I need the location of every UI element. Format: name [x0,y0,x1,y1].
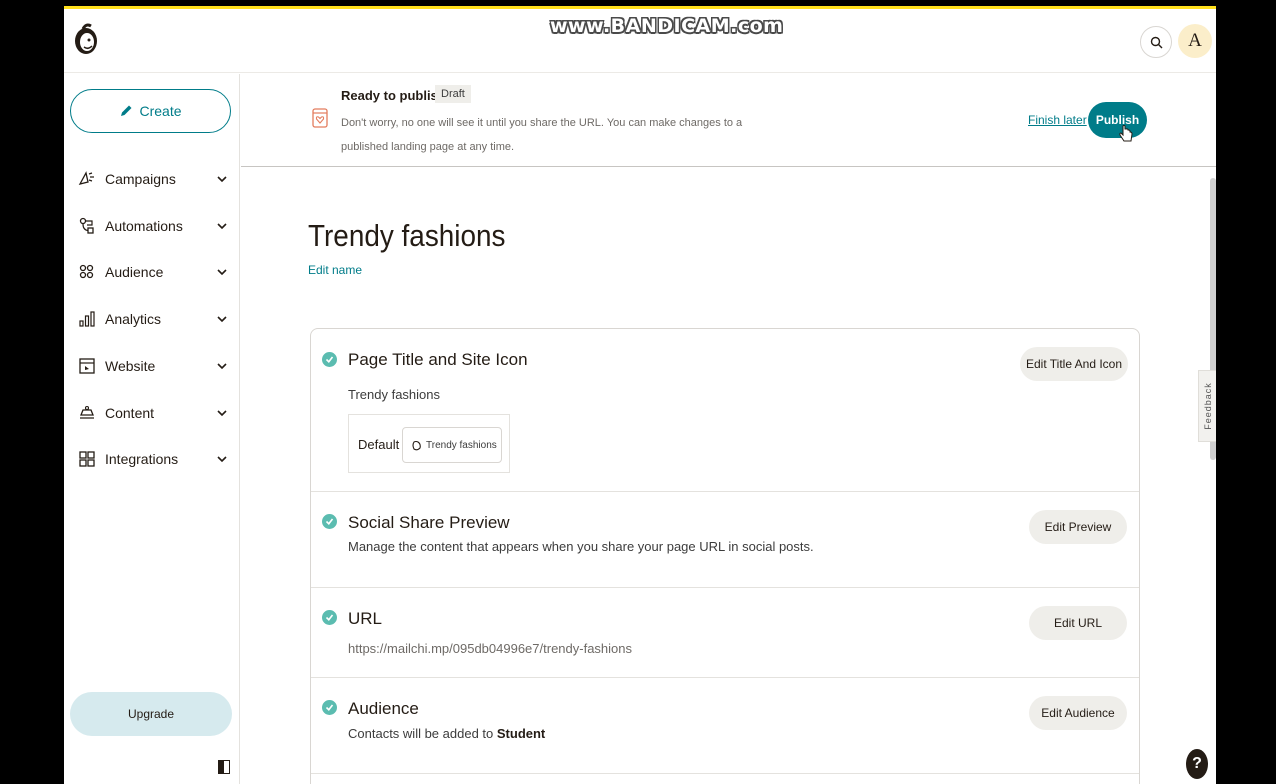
edit-name-link[interactable]: Edit name [308,263,362,277]
chevron-down-icon [217,410,227,417]
search-button[interactable] [1140,26,1172,58]
help-button[interactable]: ? [1186,749,1208,779]
analytics-icon [79,311,95,327]
screen-recorder-watermark: www.BANDICAM.com [550,15,784,37]
collapse-sidebar-icon[interactable] [218,760,230,774]
audience-icon [79,264,94,279]
sidebar-item-label: Website [105,358,156,374]
chevron-down-icon [217,316,227,323]
create-button-label: Create [139,103,182,119]
sidebar-item-label: Audience [105,264,164,280]
section-url: URL https://mailchi.mp/095db04996e7/tren… [311,588,1139,678]
chevron-down-icon [217,363,227,370]
megaphone-icon [78,171,94,185]
favicon-preview: Default Trendy fashions [348,414,510,473]
section-subtitle: Manage the content that appears when you… [348,539,814,554]
banner-description: Don't worry, no one will see it until yo… [341,117,743,153]
edit-url-button[interactable]: Edit URL [1029,606,1127,640]
finish-later-link[interactable]: Finish later [1028,113,1087,127]
audience-prefix: Contacts will be added to [348,726,497,741]
page-url[interactable]: https://mailchi.mp/095db04996e7/trendy-f… [348,641,632,656]
sidebar-item-integrations[interactable]: Integrations [76,444,234,474]
sidebar-item-audience[interactable]: Audience [76,257,234,287]
section-title: Page Title and Site Icon [348,350,528,369]
sidebar-item-label: Integrations [105,451,179,467]
section-social-share: Social Share Preview Manage the content … [311,492,1139,588]
browser-tab-preview: Trendy fashions [402,427,502,463]
publish-banner: Ready to publish! Draft Don't worry, no … [241,74,1216,167]
sidebar-item-label: Content [105,405,155,421]
sidebar-item-automations[interactable]: Automations [76,211,234,241]
edit-preview-button[interactable]: Edit Preview [1029,510,1127,544]
hand-cursor-icon [1119,125,1133,142]
feedback-label: Feedback [1202,382,1213,430]
publish-button[interactable]: Publish [1088,102,1147,138]
automations-icon [79,217,94,234]
content-icon [80,405,94,419]
chevron-down-icon [217,456,227,463]
app-window: www.BANDICAM.com A Create Campaigns Auto… [64,6,1216,784]
page-title-value: Trendy fashions [348,387,441,402]
mailchimp-favicon-icon [412,440,421,451]
edit-title-icon-button[interactable]: Edit Title And Icon [1020,347,1128,381]
account-avatar[interactable]: A [1178,24,1212,58]
browser-tab-title: Trendy fashions [426,439,497,451]
sidebar-item-campaigns[interactable]: Campaigns [76,164,234,194]
sidebar-item-analytics[interactable]: Analytics [76,304,234,334]
pencil-icon [121,105,132,116]
section-page-title: Page Title and Site Icon Trendy fashions… [311,329,1139,492]
chevron-down-icon [217,176,227,183]
check-icon [322,514,337,529]
landing-page-icon [312,108,328,128]
sidebar-item-label: Campaigns [105,171,176,187]
status-badge: Draft [435,85,471,103]
top-header: www.BANDICAM.com A [64,9,1216,73]
left-sidebar: Create Campaigns Automations Audience An… [64,74,240,784]
chevron-down-icon [217,223,227,230]
sidebar-item-label: Analytics [105,311,162,327]
favicon-default-label: Default [358,437,400,452]
sidebar-item-label: Automations [105,218,183,234]
sidebar-item-content[interactable]: Content [76,398,234,428]
feedback-tab[interactable]: Feedback [1198,370,1216,442]
sidebar-item-website[interactable]: Website [76,351,234,381]
section-title: URL [348,609,383,628]
mailchimp-logo-icon[interactable] [72,21,100,57]
section-audience: Audience Contacts will be added to Stude… [311,678,1139,774]
section-subtitle: Contacts will be added to Student [348,726,545,741]
website-icon [79,358,95,374]
section-title: Social Share Preview [348,513,510,532]
check-icon [322,610,337,625]
check-icon [322,700,337,715]
create-button[interactable]: Create [70,89,231,133]
settings-card: Page Title and Site Icon Trendy fashions… [310,328,1140,784]
audience-name: Student [496,726,546,741]
edit-audience-button[interactable]: Edit Audience [1029,696,1127,730]
upgrade-button[interactable]: Upgrade [70,692,232,736]
section-title: Audience [348,699,419,718]
banner-title: Ready to publish! [341,88,451,103]
search-icon [1150,36,1162,48]
integrations-icon [79,451,95,467]
check-icon [322,352,337,367]
chevron-down-icon [217,269,227,276]
page-title: Trendy fashions [308,218,506,253]
